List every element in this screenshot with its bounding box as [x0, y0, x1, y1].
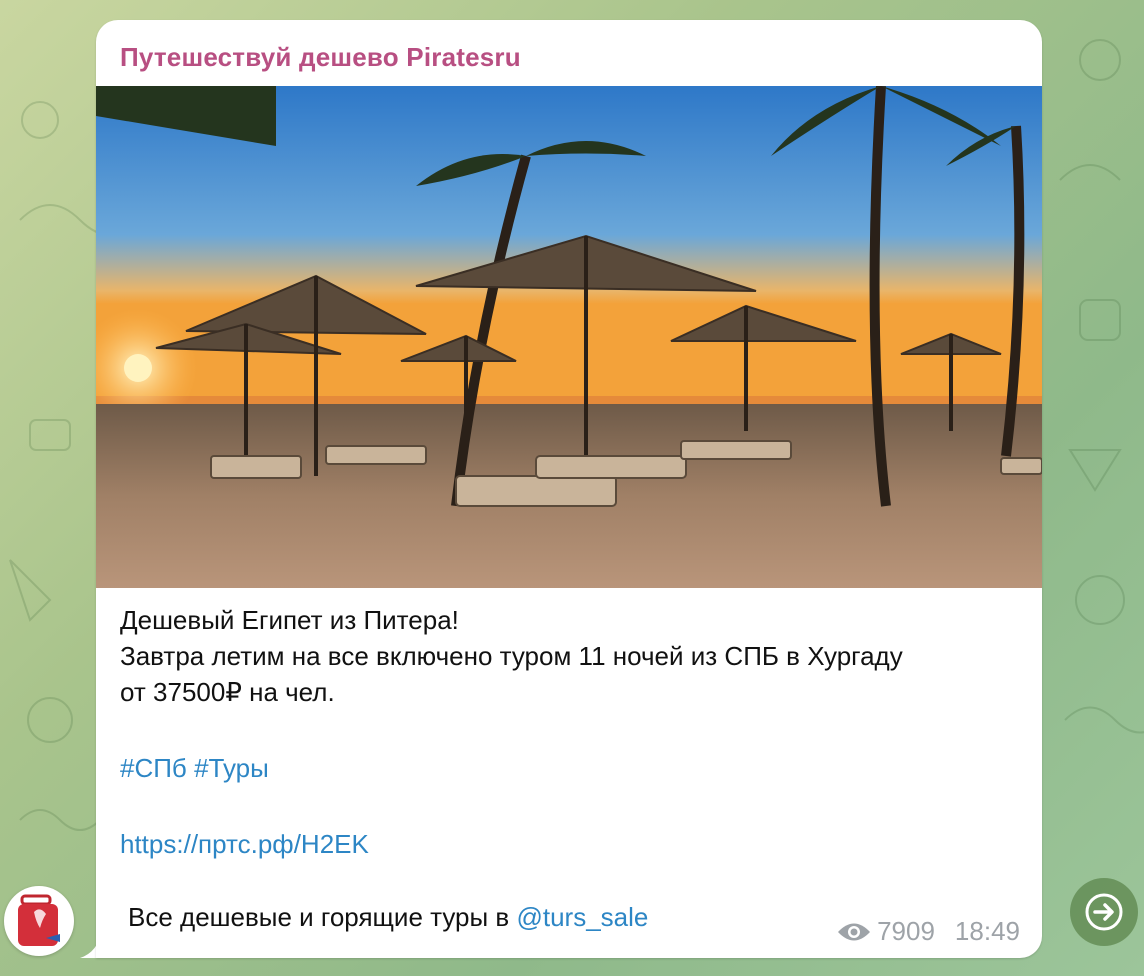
hashtag-spb[interactable]: #СПб: [120, 753, 187, 783]
hashtags: #СПб #Туры: [120, 750, 1018, 786]
eye-icon: [838, 923, 871, 940]
suitcase-icon: [18, 894, 60, 946]
message-text: Дешевый Египет из Питера! Завтра летим н…: [120, 602, 1018, 862]
hashtag-tours[interactable]: #Туры: [194, 753, 269, 783]
footer-text: Все дешевые и горящие туры в: [128, 902, 517, 932]
post-photo[interactable]: [96, 86, 1042, 588]
share-arrow-icon: [1085, 893, 1123, 931]
view-count: 7909: [877, 916, 935, 946]
message-time: 18:49: [954, 916, 1020, 946]
post-link[interactable]: https://пртс.рф/H2EK: [120, 829, 369, 859]
message-line-3: от 37500₽ на чел.: [120, 677, 335, 707]
footer-line: Все дешевые и горящие туры в @turs_sale: [128, 902, 648, 933]
message-line-1: Дешевый Египет из Питера!: [120, 605, 459, 635]
message-bubble[interactable]: Путешествуй дешево Piratesru Дешевый Еги…: [96, 20, 1042, 958]
suitcase-avatar[interactable]: [4, 886, 74, 956]
share-button[interactable]: [1070, 878, 1138, 946]
message-line-2: Завтра летим на все включено туром 11 но…: [120, 641, 903, 671]
mention-link[interactable]: @turs_sale: [516, 902, 648, 932]
channel-name[interactable]: Путешествуй дешево Piratesru: [120, 42, 521, 73]
message-meta: 7909 18:49: [837, 916, 1020, 947]
